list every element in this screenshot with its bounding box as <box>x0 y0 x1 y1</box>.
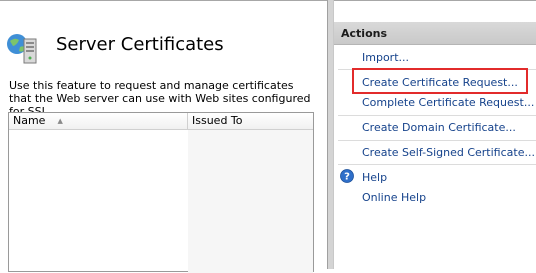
features-pane: Server Certificates Use this feature to … <box>0 0 327 273</box>
separator <box>338 140 536 141</box>
help-icon: ? <box>340 169 354 183</box>
help-link[interactable]: Help <box>362 171 387 185</box>
import-link[interactable]: Import... <box>362 51 409 65</box>
online-help-link[interactable]: Online Help <box>362 191 426 205</box>
pane-splitter[interactable] <box>327 0 334 269</box>
sort-ascending-icon: ▲ <box>57 117 63 125</box>
create-domain-certificate-link[interactable]: Create Domain Certificate... <box>362 121 516 135</box>
create-self-signed-certificate-link[interactable]: Create Self-Signed Certificate... <box>362 146 535 160</box>
column-header-issued-to[interactable]: Issued To <box>188 113 313 129</box>
svg-text:?: ? <box>344 172 350 183</box>
separator <box>338 164 536 165</box>
page-title: Server Certificates <box>56 34 224 55</box>
complete-certificate-request-link[interactable]: Complete Certificate Request... <box>362 96 534 110</box>
grid-header: Name ▲ Issued To <box>9 113 313 130</box>
certificates-list[interactable]: Name ▲ Issued To <box>8 112 314 273</box>
column-header-name[interactable]: Name ▲ <box>9 113 188 129</box>
server-certificates-icon <box>7 34 37 64</box>
separator <box>338 115 536 116</box>
actions-title: Actions <box>341 27 387 40</box>
actions-pane: Actions Import... Create Certificate Req… <box>334 0 536 269</box>
grid-column-shading <box>188 130 313 273</box>
highlight-box <box>352 68 528 94</box>
